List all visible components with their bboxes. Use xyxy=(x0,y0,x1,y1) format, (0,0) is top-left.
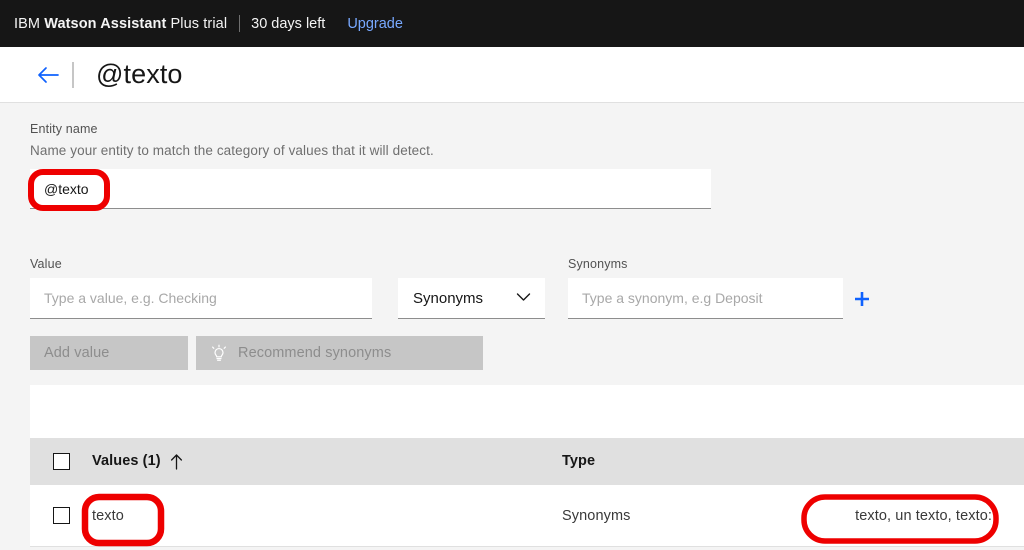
arrow-left-icon xyxy=(37,66,59,84)
row-type-text: Synonyms xyxy=(562,507,631,524)
add-value-label: Add value xyxy=(44,345,110,361)
trial-divider xyxy=(239,15,241,32)
value-label: Value xyxy=(30,257,62,271)
column-header-type[interactable]: Type xyxy=(562,452,798,470)
value-input[interactable] xyxy=(30,278,372,319)
plus-icon xyxy=(852,289,872,312)
row-synonyms-text: texto, un texto, texto: xyxy=(855,507,992,524)
value-type-select[interactable]: Synonyms xyxy=(398,278,545,319)
select-all-cell xyxy=(30,452,92,470)
recommend-synonyms-label: Recommend synonyms xyxy=(238,345,392,361)
product-brand: IBM Watson Assistant Plus trial xyxy=(14,16,227,32)
value-type-selected: Synonyms xyxy=(413,289,484,307)
select-all-checkbox[interactable] xyxy=(52,452,70,470)
table-header-row: Values (1) Type xyxy=(30,438,1024,485)
sort-ascending-arrow-icon xyxy=(170,453,183,470)
column-header-type-label: Type xyxy=(562,453,596,469)
recommend-synonyms-button[interactable]: Recommend synonyms xyxy=(196,336,483,370)
add-synonym-button[interactable] xyxy=(851,289,873,311)
row-type-cell: Synonyms xyxy=(562,507,798,525)
synonyms-input[interactable] xyxy=(568,278,843,319)
idea-bulb-icon xyxy=(210,344,228,362)
back-button[interactable] xyxy=(26,55,70,95)
entity-name-help: Name your entity to match the category o… xyxy=(30,143,434,158)
header-divider xyxy=(72,61,74,88)
table-row[interactable]: texto Synonyms texto, un texto, texto: xyxy=(30,485,1024,547)
trial-days-left: 30 days left xyxy=(251,15,326,32)
column-header-values-label: Values (1) xyxy=(92,453,161,469)
brand-suffix: Plus trial xyxy=(166,15,228,32)
upgrade-link[interactable]: Upgrade xyxy=(347,16,403,32)
app-root: IBM Watson Assistant Plus trial 30 days … xyxy=(0,0,1024,550)
entity-name-input[interactable] xyxy=(30,169,711,209)
column-header-values[interactable]: Values (1) xyxy=(92,453,562,470)
brand-prefix: IBM xyxy=(14,15,45,32)
chevron-down-icon xyxy=(516,289,531,307)
synonyms-label: Synonyms xyxy=(568,257,628,271)
entity-editor-panel: Entity name Name your entity to match th… xyxy=(0,103,1024,550)
row-value-text: texto xyxy=(92,507,124,524)
row-select-cell xyxy=(30,507,92,524)
entity-name-label: Entity name xyxy=(30,122,98,136)
trial-banner: IBM Watson Assistant Plus trial 30 days … xyxy=(0,0,1024,47)
row-synonyms-cell: texto, un texto, texto: xyxy=(798,508,1024,524)
values-table: Values (1) Type texto Synonyms texto, un… xyxy=(30,438,1024,547)
page-header: @texto xyxy=(0,47,1024,103)
add-value-button[interactable]: Add value xyxy=(30,336,188,370)
row-value-cell[interactable]: texto xyxy=(92,508,562,524)
brand-name: Watson Assistant xyxy=(44,15,167,32)
row-checkbox[interactable] xyxy=(52,507,70,524)
page-title: @texto xyxy=(96,59,183,89)
table-toolbar xyxy=(30,385,1024,438)
